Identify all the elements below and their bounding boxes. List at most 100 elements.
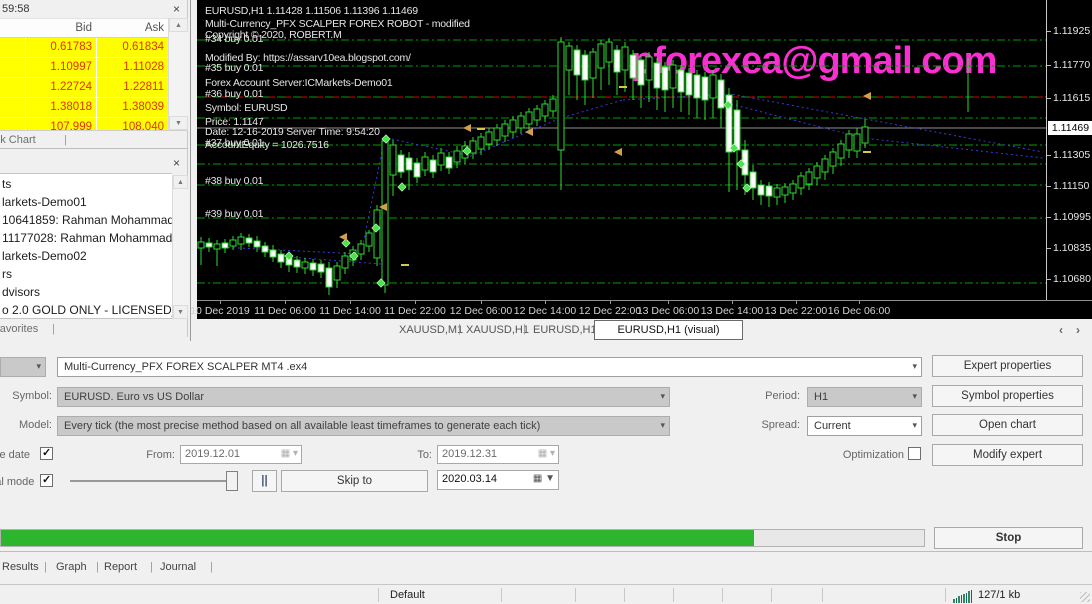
market-watch-title: 59:58 xyxy=(2,3,30,15)
navigator-item[interactable]: o 2.0 GOLD ONLY - LICENSED_fix xyxy=(2,303,172,317)
symbol-select[interactable]: EURUSD. Euro vs US Dollar ▾ xyxy=(57,387,670,407)
navigator-tabs: Favorites | xyxy=(0,319,188,338)
expert-advisor-value: Multi-Currency_PFX FOREX SCALPER MT4 .ex… xyxy=(64,361,307,373)
ask-value: 1.11028 xyxy=(100,61,164,73)
tab-scroll-left-icon[interactable]: ‹ xyxy=(1059,323,1063,337)
current-price-box: 1.11469 xyxy=(1048,121,1092,135)
tab-separator: | xyxy=(44,561,47,573)
navigator-close-icon[interactable]: × xyxy=(173,157,180,169)
model-value: Every tick (the most precise method base… xyxy=(64,420,540,432)
market-watch-tabs: Tick Chart | xyxy=(0,130,188,148)
tab-results[interactable]: Results xyxy=(2,561,39,573)
time-axis: 10 Dec 201911 Dec 06:0011 Dec 14:0011 De… xyxy=(197,300,1092,319)
signal-bar xyxy=(966,593,968,604)
time-axis-label: 13 Dec 14:00 xyxy=(697,305,767,317)
to-date-value: 2019.12.31 xyxy=(442,448,497,460)
expert-advisor-select[interactable]: Multi-Currency_PFX FOREX SCALPER MT4 .ex… xyxy=(57,357,922,377)
chart-tab-active[interactable]: EURUSD,H1 (visual) xyxy=(594,320,743,340)
navigator-item[interactable]: rs xyxy=(2,267,12,281)
chart-plot[interactable]: pforexea@gmail.com EURUSD,H1 1.11428 1.1… xyxy=(197,0,1046,300)
navigator-scrollbar[interactable]: ▲ ▼ xyxy=(172,175,188,319)
tab-tick-chart[interactable]: Tick Chart xyxy=(0,134,36,146)
market-watch-quotes: 0.617830.618341.109971.110281.227241.228… xyxy=(0,38,168,130)
optimization-label: Optimization xyxy=(836,449,904,461)
chart-tab-bar: ‹ › XAUUSD,M1XAUUSD,H1 EURUSD,H1EURUSD,H1… xyxy=(191,319,1092,341)
signal-bar xyxy=(971,590,973,603)
optimization-checkbox[interactable] xyxy=(908,447,921,460)
ask-value: 1.22811 xyxy=(100,81,164,93)
chevron-down-icon: ▾ xyxy=(660,420,665,431)
market-watch-header: Bid Ask xyxy=(0,18,168,38)
status-divider xyxy=(822,588,823,602)
from-date-field[interactable]: 2019.12.01 ▦ ▾ xyxy=(180,445,302,464)
time-axis-label: 16 Dec 06:00 xyxy=(824,305,894,317)
calendar-icon: ▦ ▼ xyxy=(533,473,555,484)
time-axis-tick xyxy=(545,301,546,304)
scroll-up-icon[interactable]: ▲ xyxy=(169,18,188,32)
time-axis-label: 12 Dec 06:00 xyxy=(446,305,516,317)
tab-separator: | xyxy=(523,323,526,335)
model-select[interactable]: Every tick (the most precise method base… xyxy=(57,416,670,436)
time-axis-label: 13 Dec 06:00 xyxy=(633,305,703,317)
calendar-icon: ▦ ▾ xyxy=(538,448,555,459)
period-select[interactable]: H1 ▾ xyxy=(807,387,922,407)
spread-select[interactable]: Current ▾ xyxy=(807,416,922,436)
trade-label: #34 buy 0.01 xyxy=(205,33,263,45)
symbol-label: Symbol: xyxy=(0,390,52,402)
navigator-item[interactable]: larkets-Demo01 xyxy=(2,195,87,209)
tab-report[interactable]: Report xyxy=(104,561,137,573)
status-divider xyxy=(378,588,379,602)
market-watch-scrollbar[interactable]: ▲ ▼ xyxy=(168,18,188,130)
spread-value: Current xyxy=(814,420,851,432)
speed-slider-track[interactable] xyxy=(70,480,237,482)
to-label: To: xyxy=(400,449,432,461)
from-label: From: xyxy=(130,449,175,461)
trade-label: #39 buy 0.01 xyxy=(205,208,263,220)
time-axis-tick xyxy=(732,301,733,304)
bid-column-header[interactable]: Bid xyxy=(28,22,92,34)
to-date-field[interactable]: 2019.12.31 ▦ ▾ xyxy=(437,445,559,464)
visual-mode-checkbox[interactable] xyxy=(40,474,53,487)
tab-journal[interactable]: Journal xyxy=(160,561,196,573)
tab-scroll-right-icon[interactable]: › xyxy=(1076,323,1080,337)
time-axis-tick xyxy=(859,301,860,304)
tab-graph[interactable]: Graph xyxy=(56,561,87,573)
stop-button[interactable]: Stop xyxy=(934,527,1083,549)
chart-window: pforexea@gmail.com EURUSD,H1 1.11428 1.1… xyxy=(190,0,1092,341)
strategy-tester-panel: ▾ Multi-Currency_PFX FOREX SCALPER MT4 .… xyxy=(0,341,1092,529)
use-date-checkbox[interactable] xyxy=(40,447,53,460)
open-chart-button[interactable]: Open chart xyxy=(932,414,1083,436)
navigator-item[interactable]: larkets-Demo02 xyxy=(2,249,87,263)
scroll-down-icon[interactable]: ▼ xyxy=(169,116,188,130)
navigator-item[interactable]: 10641859: Rahman Mohammad xyxy=(2,213,172,227)
bid-value: 1.22724 xyxy=(28,81,92,93)
expert-properties-button[interactable]: Expert properties xyxy=(932,355,1083,377)
chart-tab[interactable]: XAUUSD,H1 xyxy=(466,324,529,336)
chart-info-line: EURUSD,H1 1.11428 1.11506 1.11396 1.1146… xyxy=(205,5,418,17)
scroll-up-icon[interactable]: ▲ xyxy=(173,175,188,189)
profile-name[interactable]: Default xyxy=(390,589,425,601)
market-watch-panel: 59:58 × Bid Ask 0.617830.618341.109971.1… xyxy=(0,0,188,148)
skip-date-field[interactable]: 2020.03.14 ▦ ▼ xyxy=(437,470,559,490)
tester-mode-select[interactable]: ▾ xyxy=(0,357,46,377)
tab-favorites[interactable]: Favorites xyxy=(0,323,38,335)
chart-tab[interactable]: XAUUSD,M1 xyxy=(399,324,463,336)
trade-label: #38 buy 0.01 xyxy=(205,175,263,187)
skip-to-button[interactable]: Skip to xyxy=(281,470,428,492)
status-bar: Default 127/1 kb xyxy=(0,584,1092,604)
bid-value: 0.61783 xyxy=(28,41,92,53)
symbol-properties-button[interactable]: Symbol properties xyxy=(932,385,1083,407)
price-axis-label: 1.11770 xyxy=(1053,59,1090,71)
price-axis-label: 1.11305 xyxy=(1053,149,1090,161)
navigator-item[interactable]: ts xyxy=(2,177,11,191)
pause-button[interactable]: || xyxy=(252,470,277,492)
speed-slider-handle[interactable] xyxy=(226,471,238,491)
ask-column-header[interactable]: Ask xyxy=(100,22,164,34)
navigator-item[interactable]: 11177028: Rahman Mohammad xyxy=(2,231,172,245)
market-watch-close-icon[interactable]: × xyxy=(173,3,180,15)
modify-expert-button[interactable]: Modify expert xyxy=(932,444,1083,466)
price-axis-label: 1.11925 xyxy=(1053,25,1090,37)
status-divider xyxy=(945,588,946,602)
navigator-item[interactable]: dvisors xyxy=(2,285,40,299)
chart-tab[interactable]: EURUSD,H1 xyxy=(533,324,597,336)
